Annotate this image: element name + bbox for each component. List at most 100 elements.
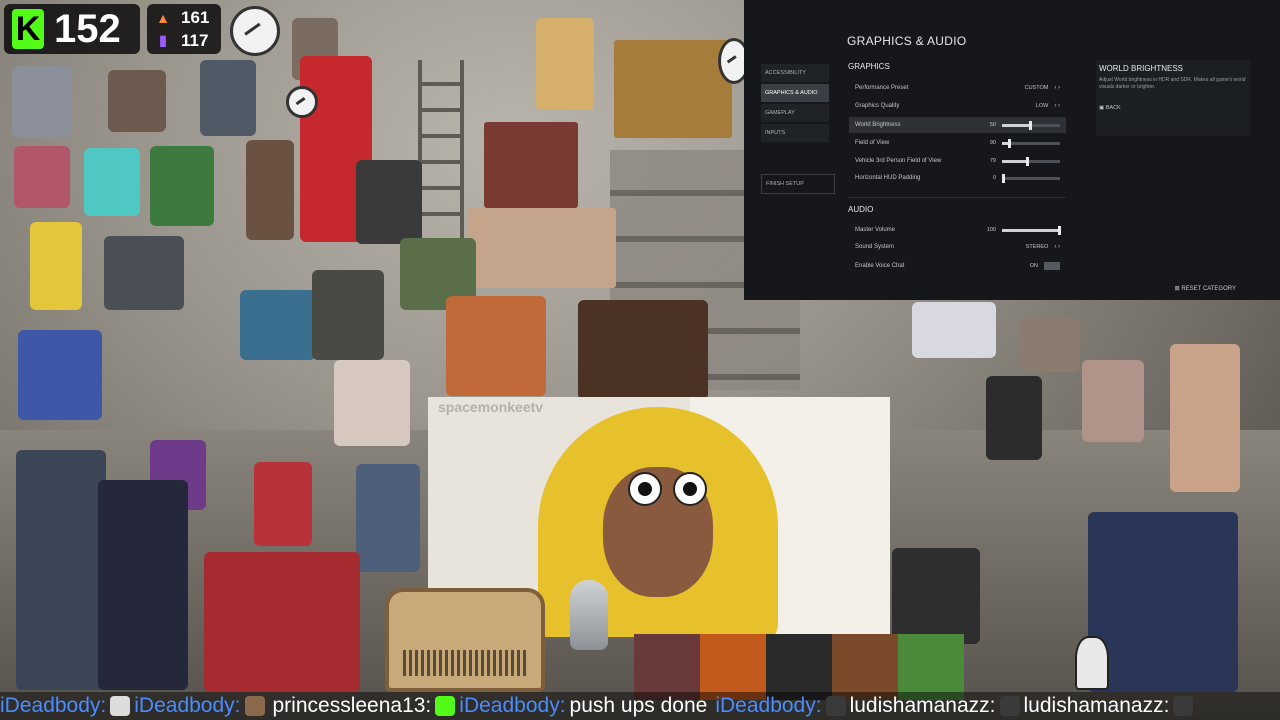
setting-label: Vehicle 3rd Person Field of View <box>855 158 942 164</box>
avatar <box>912 302 996 358</box>
setting-value: 100 <box>986 227 996 233</box>
nav-item-gameplay[interactable]: GAMEPLAY <box>761 104 829 122</box>
finish-setup-button[interactable]: FINISH SETUP <box>761 174 835 194</box>
ladder <box>418 60 464 250</box>
avatar <box>254 462 312 546</box>
setting-row-master-volume[interactable]: Master Volume 100 <box>849 222 1066 238</box>
setting-label: Enable Voice Chat <box>855 263 905 269</box>
nav-item-graphics-audio[interactable]: GRAPHICS & AUDIO <box>761 84 829 102</box>
master-volume-slider[interactable] <box>1002 225 1061 235</box>
reset-label: RESET CATEGORY <box>1181 286 1236 292</box>
chevron-left-right-icon[interactable]: ‹ › <box>1054 244 1060 250</box>
webcam-feed <box>614 40 732 138</box>
chat-username: iDeadbody: <box>0 694 107 717</box>
avatar <box>150 146 214 226</box>
kick-logo-icon: K <box>12 9 44 49</box>
setting-row-sound-system[interactable]: Sound System STEREO ‹ › <box>849 239 1066 255</box>
back-label: BACK <box>1105 105 1121 111</box>
brightness-slider[interactable] <box>1002 120 1060 130</box>
kick-emote <box>435 696 456 716</box>
avatar <box>334 360 410 446</box>
chart-icon: ▮ <box>159 32 167 48</box>
webcam-feed <box>468 208 616 288</box>
avatar <box>446 296 546 396</box>
emote <box>244 696 265 716</box>
setting-row-world-brightness[interactable]: World Brightness 50 <box>849 117 1066 133</box>
avatar <box>356 160 422 244</box>
settings-nav: ACCESSIBILITY GRAPHICS & AUDIO GAMEPLAY … <box>761 64 829 144</box>
pizza-sticker <box>286 86 318 118</box>
emote <box>766 634 832 700</box>
avatar <box>1082 360 1144 442</box>
chat-username: ludishamanazz: <box>849 694 996 717</box>
emote <box>832 634 898 700</box>
googly-eye-icon <box>628 472 662 506</box>
graphics-section-header: GRAPHICS <box>848 62 890 71</box>
setting-value: 50 <box>989 122 996 128</box>
avatar <box>1170 344 1240 492</box>
setting-row-field-of-view[interactable]: Field of View 90 <box>849 135 1066 151</box>
setting-row-performance-preset[interactable]: Performance Preset CUSTOM ‹ › <box>849 80 1066 96</box>
setting-label: World Brightness <box>855 122 901 128</box>
radio-prop <box>385 588 545 692</box>
setting-label: Graphics Quality <box>855 103 900 109</box>
chat-username: ludishamanazz: <box>1023 694 1170 717</box>
avatar <box>986 376 1042 460</box>
setting-value: LOW <box>1035 103 1049 109</box>
nav-item-inputs[interactable]: INPUTS <box>761 124 829 142</box>
stat-b: 117 <box>181 30 209 50</box>
chat-username: iDeadbody: <box>459 694 566 717</box>
avatar <box>98 480 188 690</box>
setting-value: ON <box>1029 263 1038 269</box>
setting-label: Field of View <box>855 140 890 146</box>
emote <box>634 634 700 700</box>
avatar <box>536 18 594 110</box>
setting-row-graphics-quality[interactable]: Graphics Quality LOW ‹ › <box>849 98 1066 114</box>
microphone-prop <box>570 580 608 650</box>
reset-category-button[interactable]: ⊠ RESET CATEGORY <box>1175 285 1236 292</box>
chat-username: iDeadbody: <box>715 694 822 717</box>
chat-message: push ups done <box>569 694 708 717</box>
cat-sticker <box>1075 636 1109 690</box>
divider <box>848 197 1066 198</box>
avatar <box>204 552 360 692</box>
setting-row-vehicle-fov[interactable]: Vehicle 3rd Person Field of View 79 <box>849 153 1066 169</box>
avatar <box>16 450 106 690</box>
chevron-left-right-icon[interactable]: ‹ › <box>1054 103 1060 109</box>
game-settings-panel: GRAPHICS & AUDIO ACCESSIBILITY GRAPHICS … <box>744 0 1280 300</box>
setting-row-hud-padding[interactable]: Horizontal HUD Padding 0 <box>849 170 1066 186</box>
avatar <box>312 270 384 360</box>
emote <box>898 634 964 700</box>
nav-item-accessibility[interactable]: ACCESSIBILITY <box>761 64 829 82</box>
chat-username: iDeadbody: <box>134 694 241 717</box>
fov-slider[interactable] <box>1002 138 1060 148</box>
page-title: GRAPHICS & AUDIO <box>847 34 967 48</box>
emote-strip <box>634 634 964 700</box>
stats-counter: ▲ 161 ▮ 117 <box>147 4 221 54</box>
back-button[interactable]: ▣ BACK <box>1099 105 1247 111</box>
avatar <box>1088 512 1238 692</box>
setting-value: CUSTOM <box>1024 85 1049 91</box>
emote <box>700 634 766 700</box>
voice-chat-toggle[interactable] <box>1044 262 1060 270</box>
watermark: spacemonkeetv <box>438 399 544 415</box>
setting-label: Sound System <box>855 244 895 250</box>
pizza-sticker <box>230 6 280 56</box>
chevron-left-right-icon[interactable]: ‹ › <box>1054 85 1060 91</box>
setting-label: Horizontal HUD Padding <box>855 175 921 181</box>
googly-eye-icon <box>673 472 707 506</box>
avatar <box>240 290 316 360</box>
kick-follower-counter: K 152 <box>4 4 140 54</box>
webcam-feed <box>484 122 578 208</box>
avatar <box>1020 318 1080 372</box>
setting-label: Performance Preset <box>855 85 909 91</box>
follower-count: 152 <box>54 6 121 51</box>
emote <box>1173 696 1194 716</box>
setting-value: 90 <box>989 140 996 146</box>
vehicle-fov-slider[interactable] <box>1002 156 1060 166</box>
setting-value: 0 <box>992 175 996 181</box>
setting-row-voice-chat[interactable]: Enable Voice Chat ON <box>849 258 1066 274</box>
hud-padding-slider[interactable] <box>1002 173 1060 183</box>
setting-label: Master Volume <box>855 227 896 233</box>
chat-username: princessleena13: <box>272 694 432 717</box>
